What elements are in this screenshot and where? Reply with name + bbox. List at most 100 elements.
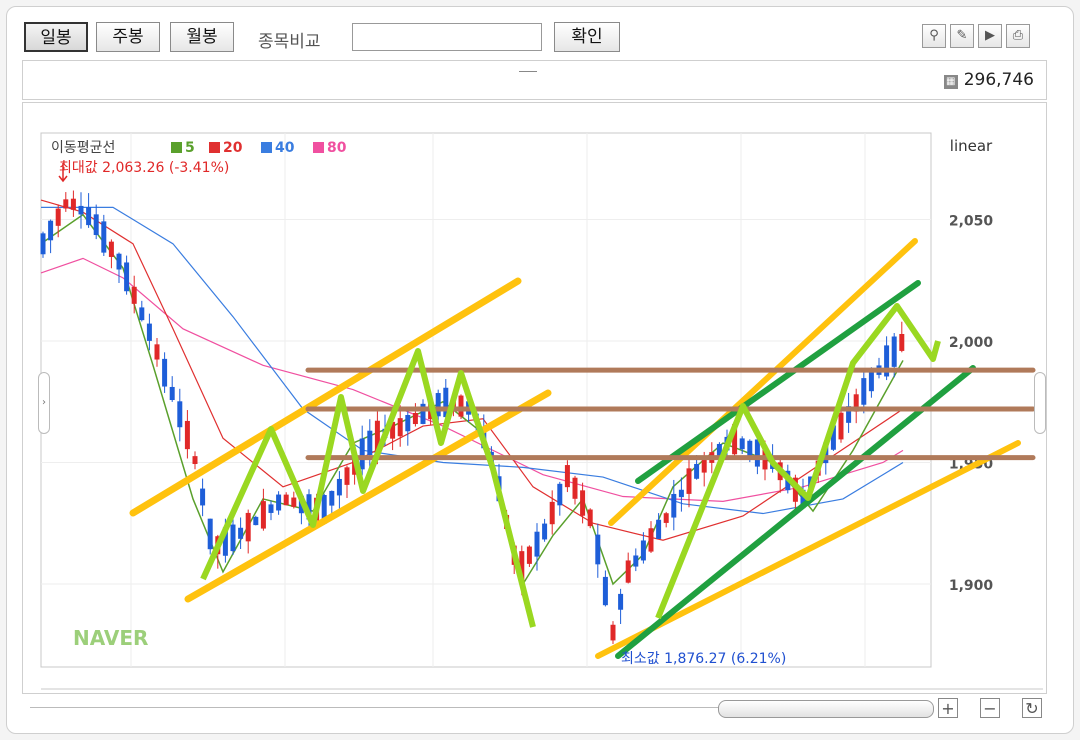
- ma-legend-swatch: [261, 142, 272, 153]
- ma-legend-swatch: [171, 142, 182, 153]
- candle-body: [754, 439, 760, 467]
- divider: [519, 71, 537, 72]
- candle-body: [78, 205, 84, 215]
- candle-body: [542, 523, 548, 540]
- ma-legend-swatch: [313, 142, 324, 153]
- daily-button[interactable]: 일봉: [24, 22, 88, 52]
- candle-body: [124, 262, 130, 292]
- left-panel-handle[interactable]: ›: [38, 372, 50, 434]
- ma-legend-title: 이동평균선: [51, 140, 115, 156]
- ma-legend-label: 20: [223, 140, 243, 156]
- scale-label: linear: [950, 137, 993, 155]
- volume-value: 296,746: [963, 70, 1034, 90]
- candle-body: [48, 220, 54, 241]
- candle-body: [162, 358, 168, 387]
- candle-body: [458, 395, 464, 417]
- ma-legend-swatch: [209, 142, 220, 153]
- compare-label: 종목비교: [258, 32, 321, 52]
- draw-line-icon[interactable]: ✎: [950, 24, 974, 48]
- candle-body: [359, 438, 365, 470]
- monthly-button[interactable]: 월봉: [170, 22, 234, 52]
- candle-body: [55, 208, 61, 226]
- candle-body: [564, 465, 570, 488]
- max-annotation: 최대값 2,063.26 (-3.41%): [59, 160, 229, 176]
- volume-readout: ▦ 296,746: [943, 70, 1034, 90]
- y-tick-label: 1,900: [949, 578, 994, 594]
- candle-body: [663, 513, 669, 523]
- ma-legend-label: 5: [185, 140, 195, 156]
- candle-body: [549, 501, 555, 525]
- zoom-in-button[interactable]: +: [938, 698, 958, 718]
- candle-body: [633, 555, 639, 567]
- candle-body: [86, 207, 92, 226]
- ma-legend-label: 80: [327, 140, 347, 156]
- min-annotation: 최소값 1,876.27 (6.21%): [621, 651, 786, 667]
- candle-body: [169, 386, 175, 401]
- candle-body: [526, 546, 532, 564]
- candle-body: [192, 456, 198, 465]
- weekly-button[interactable]: 주봉: [96, 22, 160, 52]
- filter-icon[interactable]: ⚲: [922, 24, 946, 48]
- candle-body: [678, 489, 684, 498]
- candle-body: [648, 528, 654, 552]
- chart-area: 2,0502,0001,9501,900linear이동평균선5204080최대…: [22, 102, 1047, 694]
- candle-body: [344, 467, 350, 485]
- candle-body: [640, 540, 646, 561]
- y-tick-label: 2,050: [949, 214, 994, 230]
- candle-body: [610, 624, 616, 641]
- candle-body: [671, 493, 677, 518]
- candle-body: [534, 531, 540, 557]
- candle-body: [177, 401, 183, 428]
- candle-body: [861, 378, 867, 405]
- candle-body: [557, 483, 563, 506]
- candle-body: [899, 333, 905, 351]
- candle-body: [686, 468, 692, 494]
- candle-body: [602, 576, 608, 606]
- candle-body: [116, 253, 122, 270]
- naver-watermark: NAVER: [73, 626, 148, 650]
- scrollbar-thumb[interactable]: [718, 700, 934, 718]
- candle-body: [154, 344, 160, 360]
- confirm-button[interactable]: 확인: [554, 22, 620, 52]
- candle-body: [131, 286, 137, 304]
- candle-body: [40, 233, 46, 255]
- candle-body: [405, 415, 411, 432]
- candle-body: [230, 524, 236, 552]
- candle-body: [108, 241, 114, 257]
- candle-body: [336, 478, 342, 496]
- candle-body: [618, 593, 624, 610]
- chart-toolbar: 일봉 주봉 월봉 종목비교 확인 ⚲ ✎ ▶ ⎙: [20, 18, 1060, 56]
- candle-body: [200, 488, 206, 506]
- candle-body: [253, 516, 259, 526]
- zoom-out-button[interactable]: −: [980, 698, 1000, 718]
- print-icon[interactable]: ⎙: [1006, 24, 1030, 48]
- candle-body: [891, 336, 897, 367]
- candle-body: [572, 477, 578, 499]
- candle-body: [63, 199, 69, 209]
- candle-body: [238, 527, 244, 539]
- candle-body: [93, 214, 99, 236]
- cursor-icon[interactable]: ▶: [978, 24, 1002, 48]
- candle-body: [580, 490, 586, 516]
- candle-body: [245, 512, 251, 542]
- right-panel-handle[interactable]: [1034, 372, 1046, 434]
- candle-body: [838, 412, 844, 440]
- candle-body: [268, 504, 274, 513]
- candle-body: [146, 323, 152, 341]
- candle-body: [276, 494, 282, 511]
- y-tick-label: 2,000: [949, 335, 994, 351]
- candle-body: [70, 198, 76, 210]
- candle-body: [139, 307, 145, 321]
- candle-body: [184, 420, 190, 450]
- info-bar: ▦ 296,746: [22, 60, 1047, 100]
- candle-body: [595, 534, 601, 565]
- candle-body: [367, 430, 373, 456]
- price-chart[interactable]: 2,0502,0001,9501,900linear이동평균선5204080최대…: [23, 103, 1046, 693]
- reset-icon[interactable]: ↻: [1022, 698, 1042, 718]
- candle-body: [625, 560, 631, 583]
- candle-body: [412, 412, 418, 425]
- candle-body: [260, 501, 266, 529]
- compare-input[interactable]: [352, 23, 542, 51]
- candle-body: [739, 438, 745, 450]
- candle-body: [283, 494, 289, 506]
